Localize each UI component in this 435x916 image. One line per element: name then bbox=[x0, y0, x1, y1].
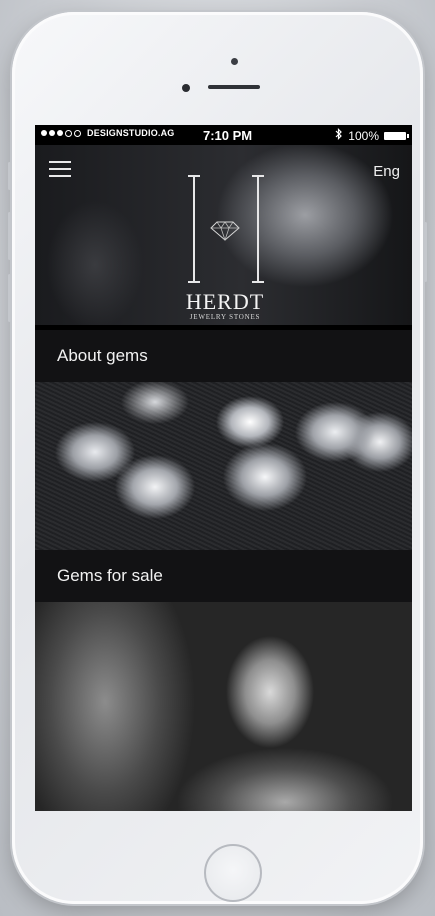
proximity-sensor bbox=[182, 84, 190, 92]
model-photo[interactable] bbox=[35, 602, 412, 811]
carrier-name: DESIGNSTUDIO.AG bbox=[87, 128, 175, 138]
gems-for-sale-label: Gems for sale bbox=[57, 566, 163, 585]
about-gems-section-button[interactable]: About gems bbox=[35, 330, 412, 382]
bluetooth-icon bbox=[335, 128, 343, 143]
volume-up-button bbox=[8, 212, 11, 260]
app-screen: DESIGNSTUDIO.AG 7:10 PM 100% Eng HERDT J… bbox=[35, 125, 412, 811]
gems-photo[interactable] bbox=[35, 382, 412, 550]
logo-pillar-left bbox=[188, 175, 200, 283]
hamburger-icon[interactable] bbox=[49, 161, 71, 177]
home-button[interactable] bbox=[204, 844, 262, 902]
silent-switch bbox=[8, 162, 11, 190]
brand-tagline: JEWELRY STONES bbox=[189, 313, 261, 321]
earpiece-speaker bbox=[208, 85, 260, 89]
battery-percent: 100% bbox=[348, 128, 379, 143]
clock: 7:10 PM bbox=[203, 128, 253, 143]
diamond-icon bbox=[209, 221, 241, 246]
power-button bbox=[424, 222, 427, 282]
logo-pillar-right bbox=[252, 175, 264, 283]
battery-icon bbox=[384, 131, 409, 140]
front-camera bbox=[231, 58, 238, 65]
volume-down-button bbox=[8, 274, 11, 322]
gems-for-sale-section-button[interactable]: Gems for sale bbox=[35, 550, 412, 602]
language-selector[interactable]: Eng bbox=[373, 163, 400, 180]
status-bar: DESIGNSTUDIO.AG 7:10 PM 100% bbox=[35, 125, 412, 145]
signal-strength-icon bbox=[41, 129, 81, 137]
brand-logo: HERDT JEWELRY STONES bbox=[165, 175, 285, 325]
about-gems-label: About gems bbox=[57, 346, 148, 365]
hero-banner: Eng HERDT JEWELRY STONES bbox=[35, 145, 412, 325]
brand-name: HERDT bbox=[185, 289, 265, 314]
